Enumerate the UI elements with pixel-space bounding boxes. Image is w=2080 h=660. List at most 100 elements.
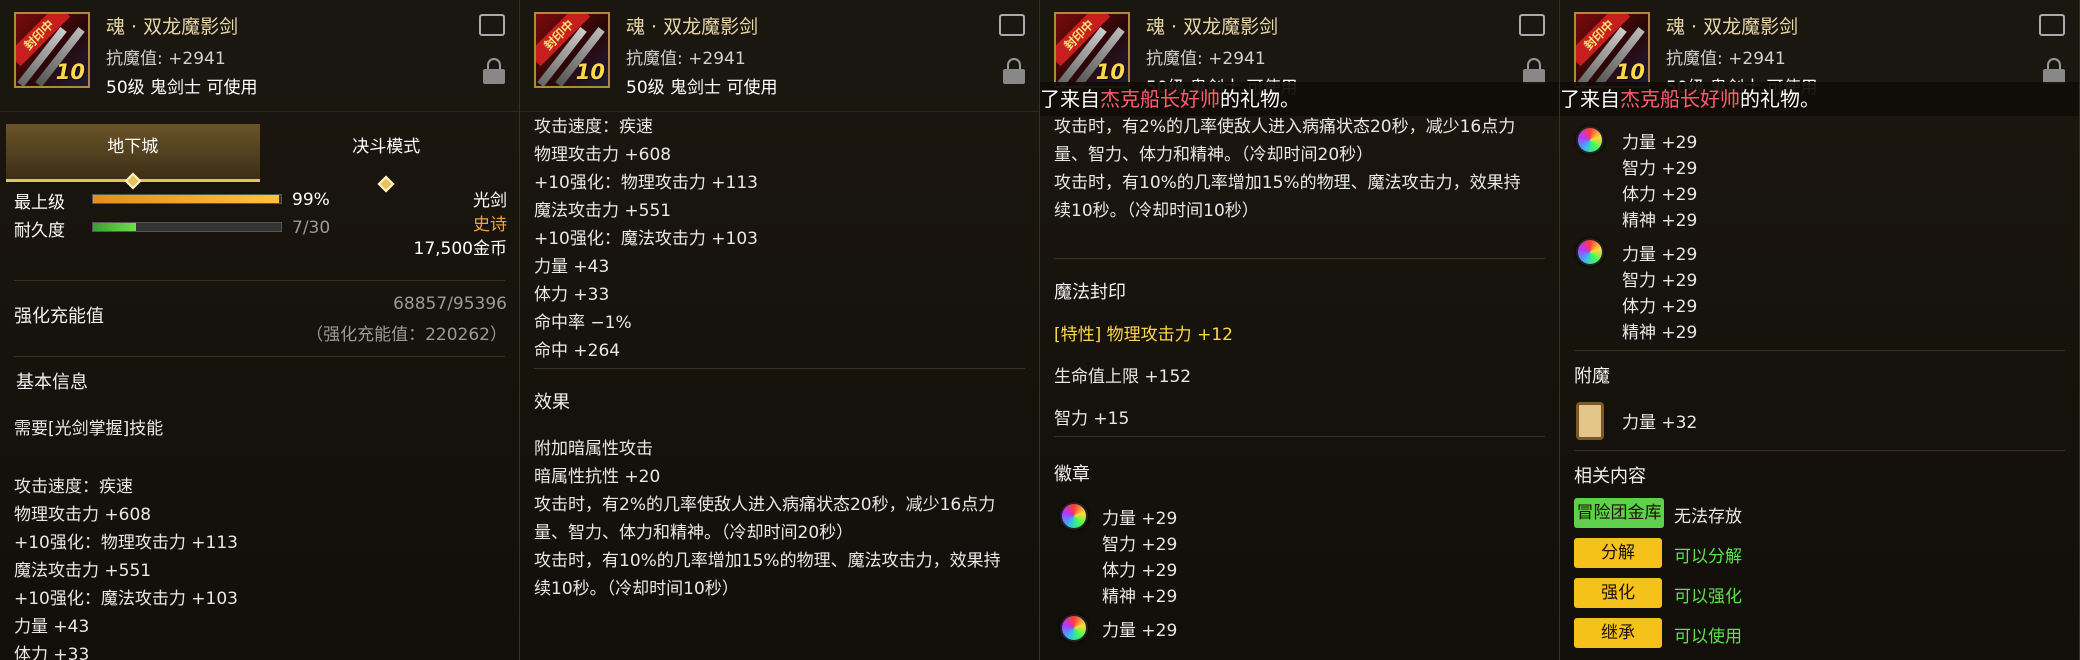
basic-info-title: 基本信息: [16, 372, 88, 393]
emblem-stat: 精神 +29: [1102, 587, 1178, 607]
emblem-stat: 体力 +29: [1102, 561, 1178, 581]
stat-line: +10强化：魔法攻击力 +103: [534, 229, 758, 249]
level-requirement: 50级 鬼剑士 可使用: [106, 78, 258, 98]
lock-icon[interactable]: [1003, 58, 1025, 84]
storage-button[interactable]: 冒险团金库: [1574, 498, 1664, 528]
weapon-type: 光剑: [473, 191, 507, 211]
stat-line: 物理攻击力 +608: [14, 505, 152, 525]
share-icon[interactable]: [1519, 14, 1545, 36]
emblem-stat: 力量 +29: [1102, 509, 1178, 529]
emblem-stat: 力量 +29: [1102, 621, 1178, 641]
item-name: 魂 · 双龙魔影剑: [1146, 16, 1279, 38]
stat-line: 命中率 −1%: [534, 313, 632, 333]
effect-line: 续10秒。（冷却时间10秒）: [534, 579, 739, 599]
stat-line: 攻击速度：疾速: [534, 117, 653, 137]
inherit-button[interactable]: 继承: [1574, 618, 1662, 648]
emblem-stat: 精神 +29: [1622, 211, 1698, 231]
share-icon[interactable]: [999, 14, 1025, 36]
durability-value: 7/30: [292, 218, 331, 238]
lock-icon[interactable]: [1523, 58, 1545, 84]
durability-label: 耐久度: [14, 221, 65, 241]
stat-line: 力量 +43: [14, 617, 90, 637]
effect-line: 攻击时，有2%的几率使敌人进入病痛状态20秒，减少16点力: [1054, 117, 1516, 137]
stat-line: 体力 +33: [14, 645, 90, 660]
resist-value: 抗魔值: +2941: [106, 49, 226, 69]
disassemble-status: 可以分解: [1674, 547, 1742, 567]
storage-status: 无法存放: [1674, 507, 1742, 527]
share-icon[interactable]: [2039, 14, 2065, 36]
item-name: 魂 · 双龙魔影剑: [626, 16, 759, 38]
emblem-title: 徽章: [1054, 464, 1090, 485]
effect-title: 效果: [534, 392, 570, 413]
enhance-level: 10: [55, 60, 85, 84]
effect-line: 攻击时，有2%的几率使敌人进入病痛状态20秒，减少16点力: [534, 495, 996, 515]
emblem-stat: 力量 +29: [1622, 245, 1698, 265]
effect-line: 量、智力、体力和精神。（冷却时间20秒）: [1054, 145, 1374, 165]
seal-hp: 生命值上限 +152: [1054, 367, 1192, 387]
resist-value: 抗魔值: +2941: [1146, 49, 1266, 69]
emblem-stat: 力量 +29: [1622, 133, 1698, 153]
effect-line: 续10秒。（冷却时间10秒）: [1054, 201, 1259, 221]
stat-line: 魔法攻击力 +551: [534, 201, 672, 221]
inherit-status: 可以使用: [1674, 627, 1742, 647]
item-header: 封印中 10 魂 · 双龙魔影剑 抗魔值: +2941 50级 鬼剑士 可使用: [520, 0, 1039, 112]
tab-pvp[interactable]: 决斗模式: [260, 124, 514, 193]
tooltip-panel-3: 封印中 10 魂 · 双龙魔影剑 抗魔值: +2941 50级 鬼剑士 可使用 …: [1040, 0, 1560, 660]
stat-line: 物理攻击力 +608: [534, 145, 672, 165]
gift-banner: 了来自杰克船长好帅的礼物。: [1560, 82, 2079, 116]
enhance-level: 10: [575, 60, 605, 84]
item-icon: 封印中 10: [1574, 12, 1650, 88]
price: 17,500金币: [413, 239, 507, 259]
stat-line: 体力 +33: [534, 285, 610, 305]
item-icon: 封印中 10: [14, 12, 90, 88]
lock-icon[interactable]: [2043, 58, 2065, 84]
emblem-gem-icon: [1576, 126, 1604, 154]
item-name: 魂 · 双龙魔影剑: [106, 16, 239, 38]
effect-line: 暗属性抗性 +20: [534, 467, 661, 487]
emblem-gem-icon: [1060, 502, 1088, 530]
stat-line: +10强化：魔法攻击力 +103: [14, 589, 238, 609]
emblem-gem-icon: [1576, 238, 1604, 266]
enchant-card-icon: [1576, 402, 1604, 440]
emblem-stat: 智力 +29: [1622, 271, 1698, 291]
effect-line: 附加暗属性攻击: [534, 439, 653, 459]
grade-value: 99%: [292, 190, 330, 210]
stat-line: +10强化：物理攻击力 +113: [14, 533, 238, 553]
emblem-stat: 智力 +29: [1622, 159, 1698, 179]
seal-trait: [特性] 物理攻击力 +12: [1054, 325, 1233, 345]
stat-line: +10强化：物理攻击力 +113: [534, 173, 758, 193]
item-icon: 封印中 10: [534, 12, 610, 88]
tooltip-panel-2: 封印中 10 魂 · 双龙魔影剑 抗魔值: +2941 50级 鬼剑士 可使用 …: [520, 0, 1040, 660]
effect-line: 攻击时，有10%的几率增加15%的物理、魔法攻击力，效果持: [534, 551, 1001, 571]
resist-value: 抗魔值: +2941: [626, 49, 746, 69]
enhance-status: 可以强化: [1674, 587, 1742, 607]
charge-sub: （强化充能值：220262）: [306, 325, 507, 345]
stat-line: 命中 +264: [534, 341, 621, 361]
emblem-stat: 体力 +29: [1622, 185, 1698, 205]
effect-line: 攻击时，有10%的几率增加15%的物理、魔法攻击力，效果持: [1054, 173, 1521, 193]
tooltip-panel-4: 封印中 10 魂 · 双龙魔影剑 抗魔值: +2941 50级 鬼剑士 可使用 …: [1560, 0, 2080, 660]
resist-value: 抗魔值: +2941: [1666, 49, 1786, 69]
mode-tabs: 地下城 决斗模式: [6, 124, 514, 193]
gift-banner: 了来自杰克船长好帅的礼物。: [1040, 82, 1559, 116]
seal-int: 智力 +15: [1054, 409, 1130, 429]
enhance-level: 10: [1615, 60, 1645, 84]
share-icon[interactable]: [479, 14, 505, 36]
grade-bar: [92, 194, 282, 204]
item-name: 魂 · 双龙魔影剑: [1666, 16, 1799, 38]
durability-bar: [92, 222, 282, 232]
seal-title: 魔法封印: [1054, 282, 1126, 303]
emblem-stat: 精神 +29: [1622, 323, 1698, 343]
rarity: 史诗: [473, 215, 507, 235]
enhance-button[interactable]: 强化: [1574, 578, 1662, 608]
enhance-level: 10: [1095, 60, 1125, 84]
related-title: 相关内容: [1574, 466, 1646, 487]
skill-requirement: 需要[光剑掌握]技能: [14, 419, 164, 439]
grade-label: 最上级: [14, 193, 65, 213]
level-requirement: 50级 鬼剑士 可使用: [626, 78, 778, 98]
disassemble-button[interactable]: 分解: [1574, 538, 1662, 568]
stat-line: 魔法攻击力 +551: [14, 561, 152, 581]
tab-dungeon[interactable]: 地下城: [6, 124, 260, 190]
lock-icon[interactable]: [483, 58, 505, 84]
stat-line: 攻击速度：疾速: [14, 477, 133, 497]
